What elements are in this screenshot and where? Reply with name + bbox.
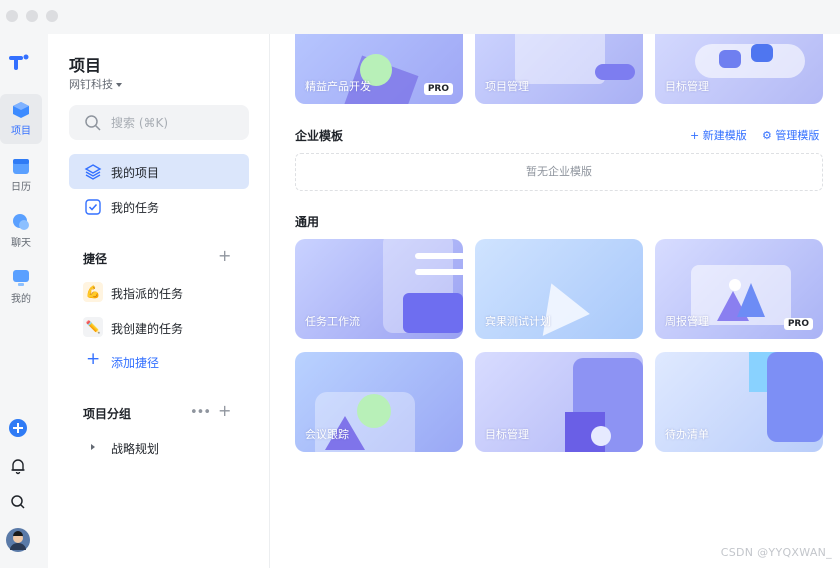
template-card[interactable]: 任务工作流 <box>295 239 463 339</box>
template-card[interactable]: 待办清单 <box>655 352 823 452</box>
card-label: 精益产品开发 <box>305 80 371 93</box>
org-switcher[interactable]: 网钉科技 <box>69 76 122 92</box>
org-name: 网钉科技 <box>69 78 113 91</box>
card-label: 目标管理 <box>665 80 709 93</box>
search-icon <box>85 115 101 131</box>
template-card[interactable]: 项目管理 <box>475 34 643 104</box>
window-titlebar <box>0 0 840 34</box>
layers-icon <box>84 164 102 180</box>
window-close-button[interactable] <box>6 10 18 22</box>
project-sidebar: 项目 网钉科技 我的项目 我的任务 捷径 + 💪 我指派的任务 ✏️ 我创建的任… <box>48 34 281 568</box>
shortcut-emoji: ✏️ <box>83 317 103 337</box>
add-group-plus-icon[interactable]: + <box>218 403 231 419</box>
card-label: 会议跟踪 <box>305 428 349 441</box>
card-label: 项目管理 <box>485 80 529 93</box>
template-card[interactable]: 周报管理 PRO <box>655 239 823 339</box>
empty-text: 暂无企业模版 <box>526 165 592 178</box>
project-cube-icon <box>13 102 29 118</box>
rail-item-project[interactable]: 项目 <box>0 94 42 144</box>
manage-template-button[interactable]: ⚙ 管理模版 <box>762 127 819 143</box>
pro-badge: PRO <box>423 83 453 95</box>
general-heading: 通用 <box>295 215 320 229</box>
nav-my-tasks[interactable]: 我的任务 <box>69 189 249 224</box>
rail-item-label: 我的 <box>11 294 31 305</box>
add-shortcut-label: 添加捷径 <box>111 356 160 370</box>
group-label: 战略规划 <box>111 442 160 456</box>
card-label: 宾果测试计划 <box>485 315 551 328</box>
search-icon[interactable] <box>8 492 28 512</box>
template-card[interactable]: 目标管理 <box>655 34 823 104</box>
rail-item-label: 项目 <box>11 126 31 137</box>
card-label: 周报管理 <box>665 315 709 328</box>
sidebar-title: 项目 <box>69 56 102 75</box>
new-template-button[interactable]: + 新建模版 <box>690 127 747 143</box>
card-label: 目标管理 <box>485 428 529 441</box>
watermark-text: CSDN @YYQXWAN_ <box>720 546 832 559</box>
manage-template-label: 管理模版 <box>775 129 820 142</box>
more-icon[interactable]: ••• <box>190 406 211 420</box>
pro-badge: PRO <box>783 318 813 330</box>
app-rail: 项目 日历 聊天 我的 <box>0 34 48 568</box>
shortcuts-heading: 捷径 <box>83 252 108 266</box>
shortcut-label: 我创建的任务 <box>111 322 184 336</box>
nav-my-projects[interactable]: 我的项目 <box>69 154 249 189</box>
rail-item-mine[interactable]: 我的 <box>0 262 42 312</box>
gear-icon: ⚙ <box>762 129 776 142</box>
card-label: 任务工作流 <box>305 315 360 328</box>
window-minimize-button[interactable] <box>26 10 38 22</box>
user-avatar[interactable] <box>6 528 30 552</box>
enterprise-templates-heading: 企业模板 <box>295 129 344 143</box>
bell-icon[interactable] <box>8 456 28 476</box>
template-card[interactable]: 目标管理 <box>475 352 643 452</box>
expand-triangle-icon[interactable] <box>91 444 95 450</box>
card-label: 待办清单 <box>665 428 709 441</box>
monitor-icon <box>13 270 29 286</box>
template-card[interactable]: 精益产品开发 PRO <box>295 34 463 104</box>
nav-label: 我的任务 <box>111 201 160 215</box>
add-circle-icon[interactable] <box>8 418 28 438</box>
template-card[interactable]: 宾果测试计划 <box>475 239 643 339</box>
caret-down-icon <box>116 83 122 87</box>
template-card[interactable]: 会议跟踪 <box>295 352 463 452</box>
rail-item-calendar[interactable]: 日历 <box>0 150 42 200</box>
project-groups-heading: 项目分组 <box>83 407 132 421</box>
chat-bubble-icon <box>13 214 29 230</box>
rail-item-chat[interactable]: 聊天 <box>0 206 42 256</box>
window-zoom-button[interactable] <box>46 10 58 22</box>
rail-item-label: 日历 <box>11 182 31 193</box>
app-logo-icon <box>9 54 29 70</box>
plus-icon: + <box>690 129 703 142</box>
shortcut-emoji: 💪 <box>83 282 103 302</box>
checkbox-icon <box>85 199 101 215</box>
main-content: 精益产品开发 PRO 项目管理 目标管理 企业模板 + 新建模版 ⚙ 管理模版 … <box>270 34 840 568</box>
add-shortcut-plus-icon[interactable]: + <box>218 248 231 264</box>
shortcut-label: 我指派的任务 <box>111 287 184 301</box>
search-input[interactable] <box>111 113 241 133</box>
calendar-icon <box>13 159 29 174</box>
new-template-label: 新建模版 <box>702 129 747 142</box>
search-box[interactable] <box>69 105 249 140</box>
plus-icon: + <box>86 349 101 369</box>
nav-label: 我的项目 <box>111 166 160 180</box>
rail-item-label: 聊天 <box>11 238 31 249</box>
empty-enterprise-templates: 暂无企业模版 <box>295 153 823 191</box>
